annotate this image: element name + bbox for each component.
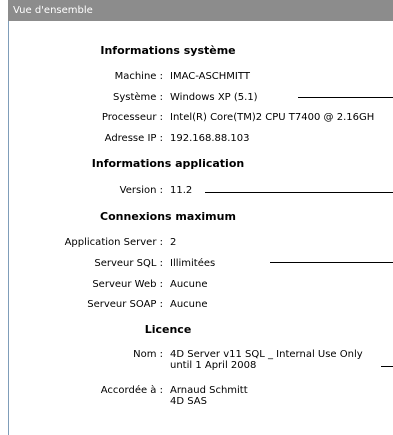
label-machine: Machine : — [114, 71, 163, 82]
value-sql-server: Illimitées — [170, 258, 216, 269]
callout-line-system — [298, 97, 393, 98]
panel-title: Vue d'ensemble — [13, 5, 93, 16]
label-version: Version : — [119, 185, 163, 196]
callout-line-version — [205, 192, 393, 193]
callout-line-connections — [270, 262, 393, 263]
section-title-system: Informations système — [100, 44, 236, 57]
label-granted-to: Accordée à : — [100, 385, 163, 396]
value-application-server: 2 — [170, 237, 177, 248]
panel-left-border — [8, 21, 9, 435]
label-web-server: Serveur Web : — [92, 279, 163, 290]
value-system: Windows XP (5.1) — [170, 92, 258, 103]
section-title-license: Licence — [144, 323, 192, 336]
value-soap-server: Aucune — [170, 299, 208, 310]
label-license-name: Nom : — [133, 349, 163, 360]
label-sql-server: Serveur SQL : — [94, 258, 163, 269]
panel-title-bar: Vue d'ensemble — [8, 0, 393, 21]
label-processor: Processeur : — [101, 112, 163, 123]
value-license-name-line1: 4D Server v11 SQL _ Internal Use Only — [170, 349, 363, 360]
value-license-name-line2: until 1 April 2008 — [170, 360, 257, 371]
value-version: 11.2 — [170, 185, 193, 196]
callout-line-license — [381, 366, 393, 367]
label-application-server: Application Server : — [64, 237, 163, 248]
label-ip-address: Adresse IP : — [104, 133, 163, 144]
value-granted-to-line1: Arnaud Schmitt — [170, 385, 248, 396]
value-granted-to-line2: 4D SAS — [170, 396, 207, 407]
section-title-connections: Connexions maximum — [100, 210, 236, 223]
value-web-server: Aucune — [170, 279, 208, 290]
label-soap-server: Serveur SOAP : — [87, 299, 163, 310]
label-system: Système : — [113, 92, 163, 103]
section-title-application: Informations application — [91, 157, 245, 170]
value-processor: Intel(R) Core(TM)2 CPU T7400 @ 2.16GH — [170, 112, 375, 123]
value-machine: IMAC-ASCHMITT — [170, 71, 250, 82]
value-ip-address: 192.168.88.103 — [170, 133, 250, 144]
